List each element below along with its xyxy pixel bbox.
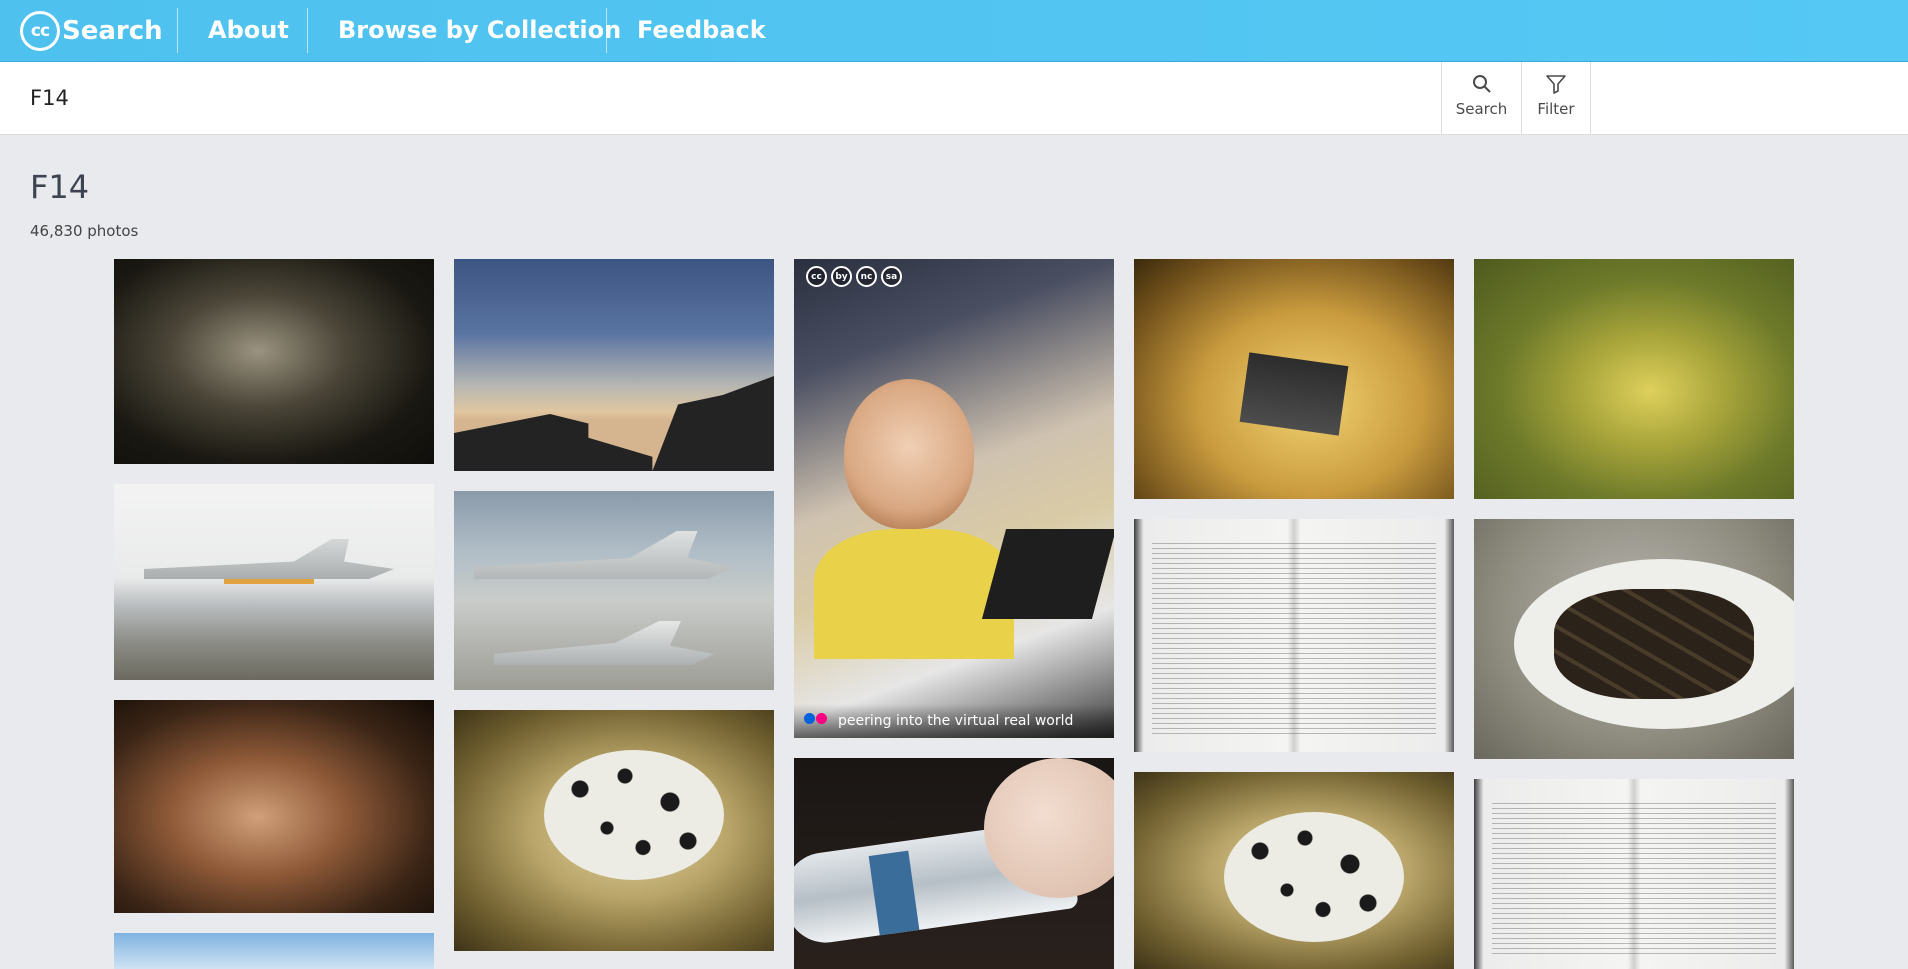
search-input[interactable]: F14	[30, 86, 69, 110]
license-icons: cc by nc sa	[806, 266, 902, 287]
photo-result[interactable]	[114, 484, 434, 680]
filter-button[interactable]: Filter	[1521, 62, 1591, 135]
top-navigation-bar: cc Search About Browse by Collection Fee…	[0, 0, 1908, 62]
photo-result[interactable]	[1474, 779, 1794, 969]
search-button[interactable]: Search	[1441, 62, 1521, 135]
search-bar: F14 Search Filter	[0, 62, 1908, 135]
photo-result[interactable]	[1474, 259, 1794, 499]
photo-result[interactable]	[114, 933, 434, 969]
filter-button-label: Filter	[1537, 100, 1575, 118]
photo-caption: peering into the virtual real world	[838, 713, 1074, 729]
logo-text: Search	[62, 16, 163, 46]
cc-logo-icon: cc	[20, 11, 60, 51]
photo-result[interactable]	[1134, 259, 1454, 499]
photo-result[interactable]	[1474, 519, 1794, 759]
nav-feedback-link[interactable]: Feedback	[637, 16, 766, 44]
nav-divider	[307, 8, 308, 53]
photo-result[interactable]	[114, 700, 434, 913]
nav-divider	[177, 8, 178, 53]
sa-license-icon: sa	[881, 266, 902, 287]
search-icon	[1472, 75, 1491, 93]
photo-result-featured[interactable]: cc by nc sa peering into the virtual rea…	[794, 259, 1114, 738]
cc-search-logo[interactable]: cc Search	[20, 10, 163, 52]
results-title: F14	[30, 168, 90, 206]
filter-icon	[1546, 75, 1566, 94]
photo-result[interactable]	[454, 710, 774, 951]
results-count: 46,830 photos	[30, 222, 139, 240]
photo-result[interactable]	[1134, 519, 1454, 752]
nav-about-link[interactable]: About	[208, 16, 289, 44]
photo-result[interactable]	[454, 491, 774, 690]
by-license-icon: by	[831, 266, 852, 287]
nav-divider	[606, 8, 607, 53]
search-button-label: Search	[1455, 100, 1508, 118]
photo-caption-bar: peering into the virtual real world	[794, 704, 1114, 738]
photo-result[interactable]	[454, 259, 774, 471]
nc-license-icon: nc	[856, 266, 877, 287]
cc-license-icon: cc	[806, 266, 827, 287]
photo-result[interactable]	[1134, 772, 1454, 969]
flickr-icon	[804, 712, 828, 730]
photo-result[interactable]	[794, 758, 1114, 969]
nav-browse-collection-link[interactable]: Browse by Collection	[338, 16, 621, 44]
photo-result[interactable]	[114, 259, 434, 464]
